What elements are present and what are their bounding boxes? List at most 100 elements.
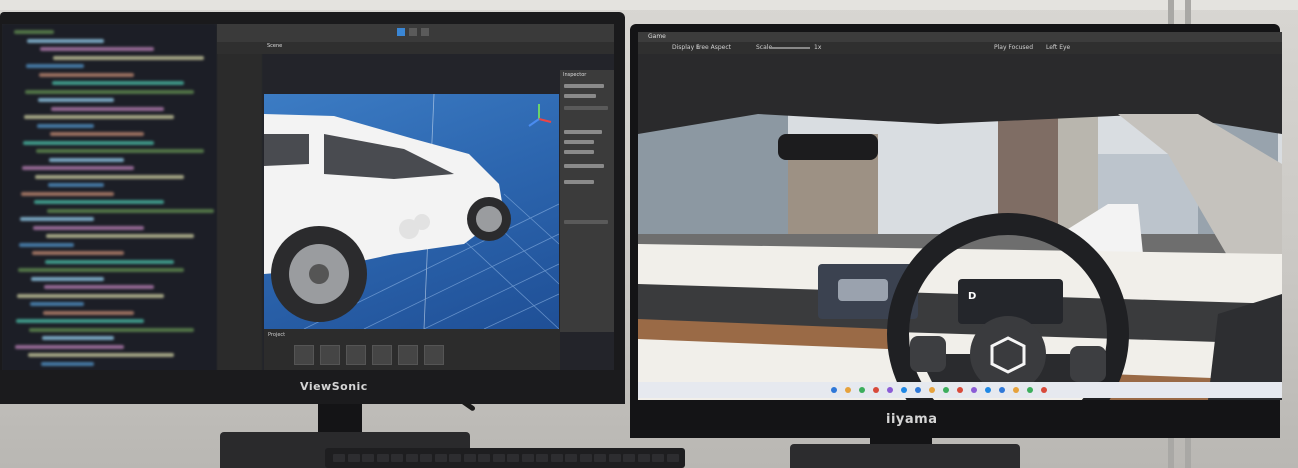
asset-thumbnail[interactable] <box>346 345 366 365</box>
taskbar-app-icon[interactable] <box>971 387 978 393</box>
taskbar-app-icon[interactable] <box>1041 387 1048 393</box>
code-line <box>42 336 114 340</box>
keyboard-key[interactable] <box>391 454 403 462</box>
taskbar-app-icon[interactable] <box>999 387 1006 393</box>
keyboard-key[interactable] <box>449 454 461 462</box>
keyboard-key[interactable] <box>333 454 345 462</box>
code-line <box>23 140 154 145</box>
aspect-dropdown[interactable]: Free Aspect <box>696 42 731 54</box>
keyboard-key[interactable] <box>463 454 476 462</box>
inspector-title: Inspector <box>563 72 587 78</box>
taskbar-app-icon[interactable] <box>929 387 936 393</box>
wheel-left-controls <box>910 336 946 372</box>
code-line <box>27 38 104 43</box>
keyboard-key[interactable] <box>376 454 389 462</box>
game-tab[interactable]: Game <box>648 33 666 40</box>
keyboard-key[interactable] <box>536 454 548 462</box>
inspector-row <box>564 94 596 98</box>
step-button[interactable] <box>421 28 429 36</box>
pause-button[interactable] <box>409 28 417 36</box>
code-line <box>48 183 104 187</box>
code-line <box>22 166 134 170</box>
taskbar-app-icon[interactable] <box>845 387 852 393</box>
code-line <box>34 200 164 204</box>
keyboard-key[interactable] <box>550 454 563 462</box>
code-line <box>35 174 184 179</box>
keyboard-key[interactable] <box>521 454 534 462</box>
play-button[interactable] <box>397 28 405 36</box>
asset-thumbnail[interactable] <box>398 345 418 365</box>
eye-dropdown[interactable]: Left Eye <box>1046 42 1070 54</box>
code-line <box>40 47 154 51</box>
code-line <box>24 115 174 119</box>
taskbar-right <box>638 382 1282 398</box>
asset-thumbnail[interactable] <box>294 345 314 365</box>
keyboard-key[interactable] <box>594 454 606 462</box>
keyboard-key[interactable] <box>420 454 432 462</box>
asset-thumbnail[interactable] <box>372 345 392 365</box>
keyboard-key[interactable] <box>434 454 447 462</box>
taskbar-app-icon[interactable] <box>831 387 838 393</box>
code-line <box>30 302 84 306</box>
game-view-toolbar: Display 1 Free Aspect Scale 1x Play Focu… <box>638 42 1282 54</box>
game-tab-bar: Game <box>638 32 1282 42</box>
play-mode-dropdown[interactable]: Play Focused <box>994 42 1033 54</box>
keyboard[interactable] <box>325 448 685 468</box>
scene-viewport[interactable] <box>264 94 559 329</box>
project-panel: Project <box>264 329 560 376</box>
keyboard-key[interactable] <box>405 454 418 462</box>
inspector-row <box>564 130 602 134</box>
code-line <box>21 191 114 196</box>
code-line <box>43 310 134 315</box>
scale-value: 1x <box>814 44 822 51</box>
building <box>638 114 788 254</box>
keyboard-key[interactable] <box>507 454 519 462</box>
asset-thumbnail[interactable] <box>320 345 340 365</box>
code-line <box>50 132 144 136</box>
code-line <box>29 327 194 332</box>
taskbar-app-icon[interactable] <box>1027 387 1034 393</box>
inspector-panel: Inspector <box>560 70 614 332</box>
code-line <box>15 344 124 349</box>
code-line <box>45 259 174 264</box>
keyboard-key[interactable] <box>579 454 592 462</box>
taskbar-app-icon[interactable] <box>887 387 894 393</box>
scene-grid <box>264 94 559 329</box>
keyboard-key[interactable] <box>637 454 650 462</box>
monitor-base-right <box>790 444 1020 468</box>
inspector-row <box>564 140 594 144</box>
game-view-render[interactable]: D <box>638 54 1282 400</box>
keyboard-key[interactable] <box>492 454 505 462</box>
scene-tab[interactable]: Scene <box>267 43 282 49</box>
monitor-brand-right: iiyama <box>886 412 938 427</box>
taskbar-app-icon[interactable] <box>943 387 950 393</box>
code-line <box>33 225 144 230</box>
keyboard-key[interactable] <box>362 454 374 462</box>
keyboard-key[interactable] <box>608 454 621 462</box>
keyboard-key[interactable] <box>623 454 635 462</box>
code-line <box>51 106 164 111</box>
scale-slider[interactable] <box>770 47 810 49</box>
keyboard-key[interactable] <box>347 454 360 462</box>
keyboard-key[interactable] <box>652 454 664 462</box>
asset-thumbnail[interactable] <box>424 345 444 365</box>
wheel-right-controls <box>1070 346 1106 382</box>
taskbar-app-icon[interactable] <box>985 387 992 393</box>
monitor-left: Scene Inspector Project ViewSonic <box>0 12 625 404</box>
taskbar-app-icon[interactable] <box>859 387 866 393</box>
code-line <box>53 55 204 60</box>
keyboard-key[interactable] <box>666 454 679 462</box>
taskbar-app-icon[interactable] <box>957 387 964 393</box>
taskbar-app-icon[interactable] <box>915 387 922 393</box>
code-line <box>31 276 104 281</box>
taskbar-app-icon[interactable] <box>873 387 880 393</box>
code-line <box>44 285 154 289</box>
add-component-button[interactable] <box>564 220 608 224</box>
car-interior-scene: D <box>638 54 1282 400</box>
code-line <box>19 242 74 247</box>
taskbar-app-icon[interactable] <box>901 387 908 393</box>
taskbar-app-icon[interactable] <box>1013 387 1020 393</box>
keyboard-key[interactable] <box>478 454 490 462</box>
code-line <box>28 353 174 357</box>
keyboard-key[interactable] <box>565 454 577 462</box>
